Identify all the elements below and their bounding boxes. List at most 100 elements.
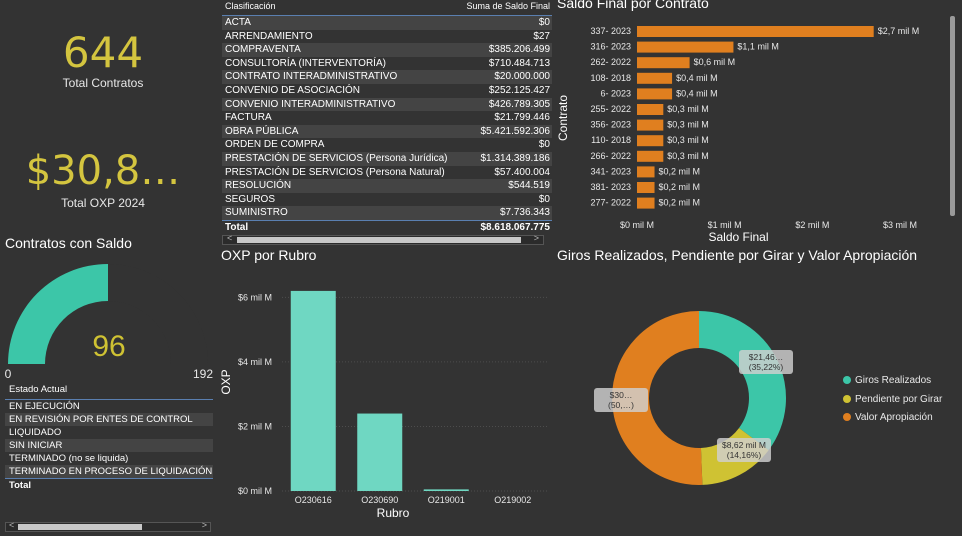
bar[interactable]	[637, 57, 690, 69]
table-row[interactable]: RESOLUCIÓN $544.519	[222, 179, 552, 193]
estado-header[interactable]: Estado Actual	[5, 381, 213, 400]
scroll-right-icon[interactable]: >	[534, 233, 539, 243]
row-saldo: $27	[533, 30, 550, 42]
legend-item[interactable]: Giros Realizados	[843, 375, 931, 386]
estado-item[interactable]: EN REVISIÓN POR ENTES DE CONTROL	[5, 413, 213, 426]
table-row[interactable]: PRESTACIÓN DE SERVICIOS (Persona Jurídic…	[222, 151, 552, 166]
row-clasificacion: RESOLUCIÓN	[225, 180, 292, 192]
table-row[interactable]: SEGUROS $0	[222, 193, 552, 207]
estado-item[interactable]: TERMINADO EN PROCESO DE LIQUIDACIÓN	[5, 465, 213, 478]
data-label-value: $8,62 mil M	[722, 440, 766, 450]
table-row[interactable]: CONTRATO INTERADMINISTRATIVO $20.000.000	[222, 70, 552, 84]
bar[interactable]	[357, 413, 403, 491]
table-horizontal-scrollbar[interactable]: < >	[222, 233, 544, 245]
legend-item[interactable]: Pendiente por Girar	[843, 394, 942, 405]
x-tick-label: O219002	[494, 495, 531, 505]
data-label: $0,6 mil M	[694, 57, 736, 67]
col-clasificacion-header[interactable]: Clasificación	[225, 1, 276, 11]
y-tick-label: $0 mil M	[238, 486, 272, 496]
table-row[interactable]: ACTA $0	[222, 16, 552, 30]
legend-label: Pendiente por Girar	[855, 393, 943, 405]
bar[interactable]	[423, 489, 469, 491]
row-saldo: $7.736.343	[499, 207, 550, 219]
total-oxp-value: $30,8…	[25, 148, 181, 194]
table-total-row: Total $8.618.067.775	[222, 219, 552, 235]
bar[interactable]	[637, 41, 734, 53]
row-clasificacion: CONVENIO DE ASOCIACIÓN	[225, 84, 361, 96]
table-row[interactable]: ORDEN DE COMPRA $0	[222, 138, 552, 152]
data-label: $0,4 mil M	[676, 88, 718, 98]
row-saldo: $57.400.004	[494, 166, 550, 178]
data-label: $0,3 mil M	[667, 120, 709, 130]
table-row[interactable]: OBRA PÚBLICA $5.421.592.306	[222, 124, 552, 139]
bar[interactable]	[637, 135, 664, 147]
bar[interactable]	[637, 104, 664, 115]
data-label: $0,2 mil M	[659, 198, 701, 208]
col-saldo-header[interactable]: Suma de Saldo Final	[466, 1, 550, 11]
saldo-chart-scroll-thumb[interactable]	[950, 16, 955, 216]
table-row[interactable]: CONVENIO DE ASOCIACIÓN $252.125.427	[222, 84, 552, 98]
estado-scroll-right-icon[interactable]: >	[202, 520, 207, 530]
estado-item[interactable]: EN EJECUCIÓN	[5, 400, 213, 413]
x-tick-label: O230616	[295, 495, 332, 505]
row-saldo: $426.789.305	[488, 98, 550, 110]
table-row[interactable]: CONVENIO INTERADMINISTRATIVO $426.789.305	[222, 97, 552, 112]
category-label: 316- 2023	[590, 42, 631, 52]
bar[interactable]	[637, 88, 673, 100]
bar[interactable]	[290, 290, 336, 491]
row-saldo: $0	[538, 139, 550, 151]
row-saldo: $20.000.000	[494, 71, 550, 83]
table-row[interactable]: PRESTACIÓN DE SERVICIOS (Persona Natural…	[222, 166, 552, 180]
scroll-left-icon[interactable]: <	[227, 233, 232, 243]
scrollbar-thumb[interactable]	[237, 237, 521, 243]
contratos-gauge: 96 0 192	[5, 264, 213, 381]
row-clasificacion: ACTA	[225, 17, 251, 28]
legend-color-icon	[843, 413, 851, 421]
legend-color-icon	[843, 394, 851, 403]
data-label: $0,3 mil M	[667, 151, 709, 161]
row-clasificacion: PRESTACIÓN DE SERVICIOS (Persona Natural…	[225, 166, 445, 178]
category-label: 266- 2022	[590, 151, 631, 161]
row-clasificacion: OBRA PÚBLICA	[225, 125, 299, 137]
table-row[interactable]: ARRENDAMIENTO $27	[222, 30, 552, 44]
data-label-percent: (50,…)	[608, 400, 634, 410]
bar[interactable]	[637, 119, 664, 131]
estado-item[interactable]: LIQUIDADO	[5, 426, 213, 439]
table-row[interactable]: SUMINISTRO $7.736.343	[222, 206, 552, 220]
bar[interactable]	[637, 72, 673, 84]
category-label: 356- 2023	[590, 120, 631, 130]
saldo-final-chart: 337- 2023 $2,7 mil M 316- 2023 $1,1 mil M 26…	[556, 26, 919, 244]
category-label: 255- 2022	[590, 104, 631, 114]
row-clasificacion: SEGUROS	[225, 193, 276, 205]
bar[interactable]	[637, 26, 874, 37]
bar[interactable]	[637, 150, 664, 162]
saldo-chart-scrollbar[interactable]	[950, 16, 955, 216]
category-label: 381- 2023	[590, 182, 631, 192]
data-label-value: $21,46…	[749, 352, 784, 362]
table-row[interactable]: FACTURA $21.799.446	[222, 111, 552, 125]
estado-scroll-left-icon[interactable]: <	[9, 520, 14, 530]
estado-item[interactable]: SIN INICIAR	[5, 439, 213, 452]
table-row[interactable]: COMPRAVENTA $385.206.499	[222, 43, 552, 57]
bar[interactable]	[637, 197, 655, 209]
bar[interactable]	[637, 182, 655, 193]
table-body: ACTA $0 ARRENDAMIENTO $27 COMPRAVENTA $385.20…	[222, 16, 552, 220]
estado-actual-list: Estado Actual EN EJECUCIÓN EN REVISIÓN PO…	[5, 381, 213, 493]
donut-data-label: $21,46…(35,22%)	[739, 350, 793, 374]
x-tick-label: $1 mil M	[708, 220, 742, 230]
y-tick-label: $6 mil M	[238, 292, 272, 302]
gauge-min-label: 0	[5, 367, 12, 381]
estado-scrollbar-thumb[interactable]	[18, 524, 142, 530]
y-tick-label: $4 mil M	[238, 357, 272, 367]
bar[interactable]	[637, 166, 655, 178]
row-clasificacion: COMPRAVENTA	[225, 44, 301, 56]
table-row[interactable]: CONSULTORÍA (INTERVENTORÍA) $710.484.713	[222, 57, 552, 71]
data-label-percent: (14,16%)	[727, 450, 762, 460]
row-clasificacion: CONSULTORÍA (INTERVENTORÍA)	[225, 57, 386, 69]
estado-horizontal-scrollbar[interactable]: < >	[5, 520, 211, 532]
row-clasificacion: FACTURA	[225, 112, 272, 124]
donut-slice[interactable]	[699, 311, 786, 451]
legend-item[interactable]: Valor Apropiación	[843, 412, 933, 423]
estado-item[interactable]: TERMINADO (no se liquida)	[5, 452, 213, 465]
estado-total: Total	[5, 478, 213, 493]
